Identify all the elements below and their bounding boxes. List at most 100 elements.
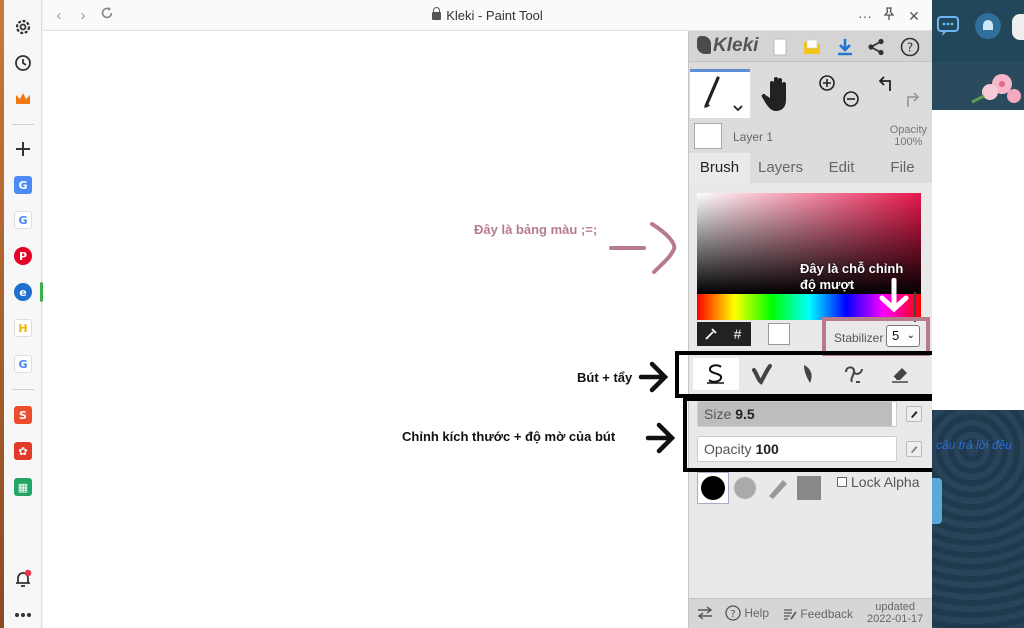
preset-soft-round[interactable] (729, 472, 761, 504)
download-icon[interactable] (834, 36, 856, 58)
zoom-in-icon[interactable] (815, 73, 865, 113)
pinterest-favicon-icon[interactable]: P (10, 243, 36, 269)
undo-redo-controls (874, 73, 924, 113)
panel-footer: ? Help Feedback updated 2022-01-17 (689, 598, 933, 628)
preset-hard-round[interactable] (697, 472, 729, 504)
edge-favicon-icon[interactable]: e (10, 279, 36, 305)
sidebar-divider-2 (12, 389, 34, 390)
kleki-header: Kleki ? (689, 31, 933, 62)
sheets-favicon-icon[interactable]: ▦ (10, 474, 36, 500)
swap-side-icon[interactable] (697, 606, 713, 623)
help-circle-icon: ? (725, 605, 741, 621)
tet-favicon-icon[interactable]: ✿ (10, 438, 36, 464)
layer-opacity-value: 100% (894, 136, 923, 148)
size-opacity-arrow-icon (645, 422, 676, 454)
checkbox-icon (837, 477, 847, 487)
stabilizer-select[interactable]: 5 ⌄ (886, 325, 920, 347)
background-link[interactable]: câu trả lời đều (936, 438, 1012, 452)
google-favicon-icon[interactable]: G (10, 207, 36, 233)
background-page: câu trả lời đều (932, 0, 1024, 628)
kleki-logo[interactable]: Kleki (697, 35, 758, 57)
crown-icon[interactable] (10, 86, 36, 112)
tool-row (689, 69, 933, 119)
zoom-controls (815, 73, 865, 113)
help-icon[interactable]: ? (899, 36, 921, 58)
lock-icon (432, 7, 442, 20)
window-title: Kleki - Paint Tool (43, 7, 932, 23)
smoothing-annotation-line1: Đây là chỗ chỉnh (800, 261, 904, 276)
preset-chisel[interactable] (761, 472, 793, 504)
close-icon[interactable]: ✕ (904, 6, 924, 26)
hand-tool-icon[interactable] (751, 74, 805, 114)
add-panel-icon[interactable] (10, 136, 36, 162)
current-color-swatch[interactable] (768, 323, 790, 345)
layer-opacity: Opacity 100% (890, 124, 927, 148)
flower-banner (932, 62, 1024, 110)
lock-alpha-label: Lock Alpha (851, 474, 920, 490)
svg-text:?: ? (730, 609, 735, 620)
brush-tool-button[interactable] (690, 69, 750, 118)
notifications-bell-icon[interactable] (10, 566, 36, 592)
feedback-label: Feedback (800, 607, 854, 621)
browser-window: ‹ › Kleki - Paint Tool ··· ✕ Kleki ? Lay… (43, 0, 933, 628)
updated-label: updated (875, 601, 916, 613)
feedback-link[interactable]: Feedback (783, 607, 853, 621)
flower-icon (971, 74, 1021, 104)
svg-text:?: ? (907, 41, 913, 55)
bell-icon[interactable] (974, 12, 1002, 40)
color-tools: # (697, 322, 751, 346)
eyedropper-icon[interactable] (697, 322, 724, 346)
browser-sidebar: G G P e H G S ✿ ▦ (4, 0, 43, 628)
feedback-icon (784, 609, 797, 620)
help-label: Help (744, 606, 770, 620)
window-title-text: Kleki - Paint Tool (446, 8, 543, 23)
brush-types-highlight (675, 351, 940, 398)
kleki-logo-icon (697, 36, 711, 54)
h-favicon-icon[interactable]: H (10, 315, 36, 341)
stabilizer-label: Stabilizer (834, 331, 884, 345)
size-opacity-annotation: Chỉnh kích thước + độ mờ của bút (402, 429, 616, 444)
lock-alpha-checkbox[interactable]: Lock Alpha (837, 474, 920, 490)
history-icon[interactable] (10, 50, 36, 76)
page-menu-icon[interactable]: ··· (855, 6, 875, 26)
hex-input-button[interactable]: # (724, 322, 751, 346)
open-folder-icon[interactable] (801, 36, 823, 58)
palette-arrow-icon (609, 222, 677, 274)
title-bar: ‹ › Kleki - Paint Tool ··· ✕ (43, 0, 932, 31)
layer-opacity-label: Opacity (889, 124, 927, 136)
tab-layers[interactable]: Layers (750, 153, 811, 183)
updated-info: updated 2022-01-17 (867, 601, 923, 625)
sidebar-divider (12, 124, 34, 125)
layer-preview-row[interactable]: Layer 1 Opacity 100% (689, 121, 933, 153)
sliders-highlight (683, 397, 936, 472)
updated-date: 2022-01-17 (867, 613, 924, 625)
drawing-canvas[interactable] (43, 31, 688, 628)
more-options-icon[interactable] (10, 602, 36, 628)
help-link[interactable]: ? Help (725, 605, 769, 621)
brush-presets (697, 472, 825, 504)
brush-eraser-annotation: Bút + tẩy (577, 370, 633, 385)
tab-file[interactable]: File (872, 153, 933, 183)
tab-brush[interactable]: Brush (689, 153, 750, 183)
chat-icon[interactable] (936, 14, 962, 38)
kleki-panel: Kleki ? Layer 1 Opacity 100% Brush Layer… (688, 31, 933, 628)
pin-icon[interactable] (879, 6, 899, 26)
background-content (932, 110, 1024, 410)
kleki-logo-text: Kleki (713, 35, 759, 56)
share-icon[interactable] (865, 36, 887, 58)
avatar[interactable] (1012, 14, 1024, 40)
panel-tabs: Brush Layers Edit File (689, 153, 933, 183)
new-image-icon[interactable] (769, 36, 791, 58)
brush-eraser-arrow-icon (638, 361, 669, 393)
shopee-favicon-icon[interactable]: S (10, 402, 36, 428)
google-favicon-2-icon[interactable]: G (10, 351, 36, 377)
chevron-down-icon: ⌄ (906, 330, 915, 341)
settings-gear-icon[interactable] (10, 14, 36, 40)
layer-name: Layer 1 (733, 130, 774, 144)
preset-square[interactable] (793, 472, 825, 504)
undo-icon[interactable] (874, 73, 924, 113)
tab-edit[interactable]: Edit (811, 153, 872, 183)
layer-thumbnail[interactable] (694, 123, 722, 149)
background-button[interactable] (932, 478, 942, 524)
translate-favicon-icon[interactable]: G (10, 172, 36, 198)
